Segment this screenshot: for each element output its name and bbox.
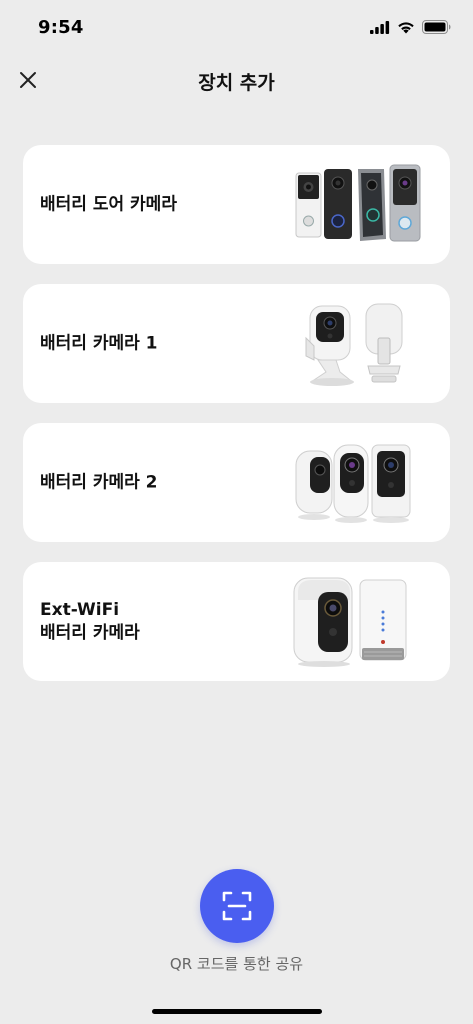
device-label-line: 배터리 도어 카메라 [40, 194, 177, 214]
qr-scan-button[interactable] [200, 869, 274, 943]
cellular-signal-icon [370, 20, 390, 34]
ext-wifi-camera-image [293, 577, 407, 667]
device-list: 배터리 도어 카메라 배터리 카메라 1 배터리 카메라 2 Ext-WiFi … [23, 145, 450, 701]
device-label: Ext-WiFi 배터리 카메라 [40, 599, 140, 645]
qr-scan-icon [222, 891, 252, 921]
status-icons [370, 20, 451, 34]
device-label-line: 배터리 카메라 [40, 622, 140, 643]
qr-share-label: QR 코드를 통한 공유 [169, 955, 304, 973]
device-card-battery-door-camera[interactable]: 배터리 도어 카메라 [23, 145, 450, 264]
doorbell-cameras-image [295, 164, 421, 242]
battery-icon [422, 20, 451, 34]
status-bar: 9:54 [0, 0, 473, 56]
battery-camera-2-image [295, 444, 411, 523]
header: 장치 추가 [0, 56, 473, 104]
battery-camera-1-image [305, 303, 403, 386]
page-title: 장치 추가 [198, 72, 275, 94]
device-label: 배터리 카메라 1 [40, 332, 158, 355]
wifi-icon [398, 21, 414, 33]
device-label: 배터리 카메라 2 [40, 471, 158, 494]
device-card-ext-wifi-battery-camera[interactable]: Ext-WiFi 배터리 카메라 [23, 562, 450, 681]
device-card-battery-camera-2[interactable]: 배터리 카메라 2 [23, 423, 450, 542]
device-label-line: Ext-WiFi [40, 599, 120, 620]
device-card-battery-camera-1[interactable]: 배터리 카메라 1 [23, 284, 450, 403]
device-label-line: 배터리 카메라 2 [40, 472, 158, 492]
home-indicator [152, 1009, 322, 1014]
device-label: 배터리 도어 카메라 [40, 193, 177, 216]
screen: 9:54 장치 추가 배터리 도어 카메라 배터리 카메라 1 배터리 카메라 … [0, 0, 473, 1024]
status-time: 9:54 [38, 17, 84, 38]
device-label-line: 배터리 카메라 1 [40, 333, 158, 353]
